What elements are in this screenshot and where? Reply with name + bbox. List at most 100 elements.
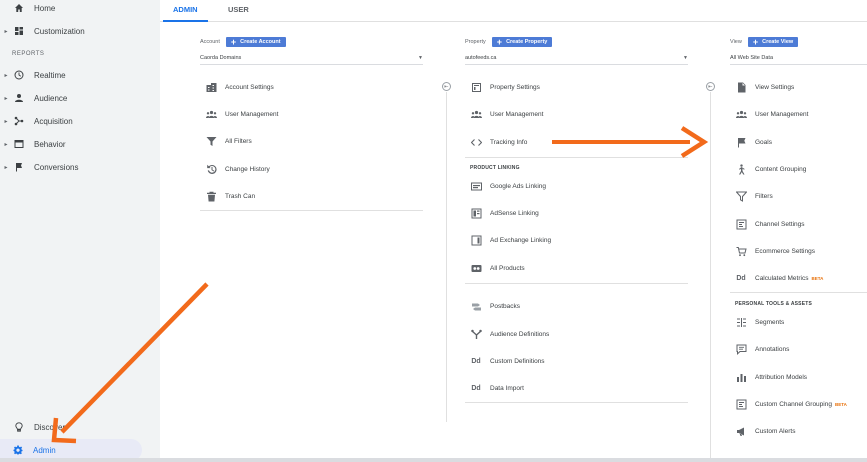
property-bottom-divider [465, 402, 688, 403]
sidebar-item-label: Discover [34, 422, 66, 432]
segments-link[interactable]: Segments [735, 315, 784, 329]
caret-right-icon: ▸ [4, 72, 8, 79]
plus-icon: + [230, 37, 237, 47]
google-ads-linking-link[interactable]: Google Ads Linking [470, 179, 546, 193]
create-view-button[interactable]: + Create View [747, 37, 799, 47]
personal-tools-section-label: PERSONAL TOOLS & ASSETS [735, 301, 813, 307]
create-property-label: Create Property [506, 39, 548, 45]
view-user-management-link[interactable]: User Management [735, 107, 808, 121]
custom-channel-grouping-link[interactable]: Custom Channel Grouping BETA [735, 397, 847, 411]
dd-icon: Dd [471, 357, 481, 365]
postbacks-link[interactable]: Postbacks [470, 299, 520, 313]
tab-user[interactable]: USER [228, 5, 249, 14]
sidebar: Home ▸ Customization REPORTS ▸ Realtime … [0, 0, 160, 462]
caret-right-icon: ▸ [4, 95, 8, 102]
account-all-filters-link[interactable]: All Filters [205, 134, 252, 148]
item-label: Content Grouping [755, 165, 807, 173]
sidebar-item-label: Acquisition [34, 116, 73, 126]
attribution-models-link[interactable]: Attribution Models [735, 370, 807, 384]
account-divider [200, 210, 423, 211]
caret-right-icon: ▸ [4, 141, 8, 148]
view-settings-link[interactable]: View Settings [735, 80, 794, 94]
view-selector[interactable]: All Web Site Data [730, 55, 867, 65]
bottom-scrollbar[interactable] [0, 458, 867, 462]
account-column-header: Account + Create Account [200, 37, 286, 47]
adsense-icon [470, 207, 482, 219]
custom-alerts-link[interactable]: Custom Alerts [735, 424, 795, 438]
dropdown-arrow-icon: ▼ [683, 55, 688, 61]
sidebar-item-label: Audience [34, 93, 68, 103]
collapse-toggle-icon[interactable]: ⇤ [706, 82, 715, 91]
create-account-button[interactable]: + Create Account [225, 37, 286, 47]
sidebar-item-audience[interactable]: ▸ Audience [0, 87, 160, 109]
users-icon [205, 108, 217, 120]
data-import-link[interactable]: Dd Data Import [470, 381, 524, 395]
item-label: User Management [755, 110, 809, 118]
beta-badge: BETA [811, 275, 824, 281]
property-divider [465, 157, 688, 158]
dropdown-arrow-icon: ▼ [418, 55, 423, 61]
ecommerce-settings-link[interactable]: Ecommerce Settings [735, 244, 815, 258]
caret-right-icon: ▸ [4, 28, 8, 35]
calculated-metrics-link[interactable]: Dd Calculated Metrics BETA [735, 271, 823, 285]
item-label: Custom Channel Grouping [755, 400, 832, 408]
goals-link[interactable]: Goals [735, 135, 772, 149]
item-label: Ad Exchange Linking [490, 236, 552, 244]
sidebar-item-customization[interactable]: ▸ Customization [0, 20, 160, 42]
sidebar-item-discover[interactable]: Discover [0, 416, 160, 438]
item-label: View Settings [755, 83, 795, 91]
audience-definitions-icon [470, 328, 482, 340]
ad-exchange-linking-link[interactable]: Ad Exchange Linking [470, 233, 551, 247]
sidebar-item-realtime[interactable]: ▸ Realtime [0, 64, 160, 86]
column-separator [710, 92, 711, 462]
property-user-management-link[interactable]: User Management [470, 107, 543, 121]
sidebar-item-acquisition[interactable]: ▸ Acquisition [0, 110, 160, 132]
history-icon [205, 163, 217, 175]
person-icon [13, 92, 25, 104]
account-user-management-link[interactable]: User Management [205, 107, 278, 121]
item-label: Google Ads Linking [490, 182, 547, 190]
view-filters-link[interactable]: Filters [735, 189, 773, 203]
users-icon [735, 108, 747, 120]
lightbulb-icon [13, 421, 25, 433]
column-separator [446, 92, 447, 422]
sidebar-item-label: Behavior [34, 139, 66, 149]
channel-settings-link[interactable]: Channel Settings [735, 217, 805, 231]
account-settings-link[interactable]: Account Settings [205, 80, 274, 94]
item-label: Attribution Models [755, 373, 808, 381]
bar-chart-icon [735, 371, 747, 383]
item-label: All Products [490, 264, 525, 272]
tab-admin[interactable]: ADMIN [173, 5, 198, 14]
property-settings-link[interactable]: Property Settings [470, 80, 540, 94]
create-property-button[interactable]: + Create Property [491, 37, 553, 47]
channel-grouping-icon [735, 398, 747, 410]
admin-label: Admin [33, 445, 56, 455]
property-selected-value: autofeeds.ca [465, 55, 497, 61]
collapse-toggle-icon[interactable]: ⇤ [442, 82, 451, 91]
item-label: Annotations [755, 345, 790, 353]
tracking-info-link[interactable]: Tracking Info [470, 135, 527, 149]
account-change-history-link[interactable]: Change History [205, 162, 270, 176]
users-icon [470, 108, 482, 120]
home-icon [13, 2, 25, 14]
property-selector[interactable]: autofeeds.ca ▼ [465, 55, 688, 65]
create-account-label: Create Account [240, 39, 281, 45]
adsense-linking-link[interactable]: AdSense Linking [470, 206, 539, 220]
custom-definitions-link[interactable]: Dd Custom Definitions [470, 354, 544, 368]
create-view-label: Create View [762, 39, 794, 45]
property-column-header: Property + Create Property [465, 37, 553, 47]
sidebar-item-home[interactable]: Home [0, 0, 160, 19]
dashboard-icon [13, 25, 25, 37]
item-label: Tracking Info [490, 138, 528, 146]
content-grouping-link[interactable]: Content Grouping [735, 162, 806, 176]
account-trash-can-link[interactable]: Trash Can [205, 189, 255, 203]
annotations-link[interactable]: Annotations [735, 342, 789, 356]
dd-icon: Dd [471, 384, 481, 392]
account-selector[interactable]: Caorda Domains ▼ [200, 55, 423, 65]
sidebar-item-behavior[interactable]: ▸ Behavior [0, 133, 160, 155]
sidebar-item-conversions[interactable]: ▸ Conversions [0, 156, 160, 178]
product-linking-section-label: PRODUCT LINKING [470, 165, 520, 171]
all-products-link[interactable]: All Products [470, 261, 525, 275]
trash-icon [205, 190, 217, 202]
audience-definitions-link[interactable]: Audience Definitions [470, 327, 549, 341]
